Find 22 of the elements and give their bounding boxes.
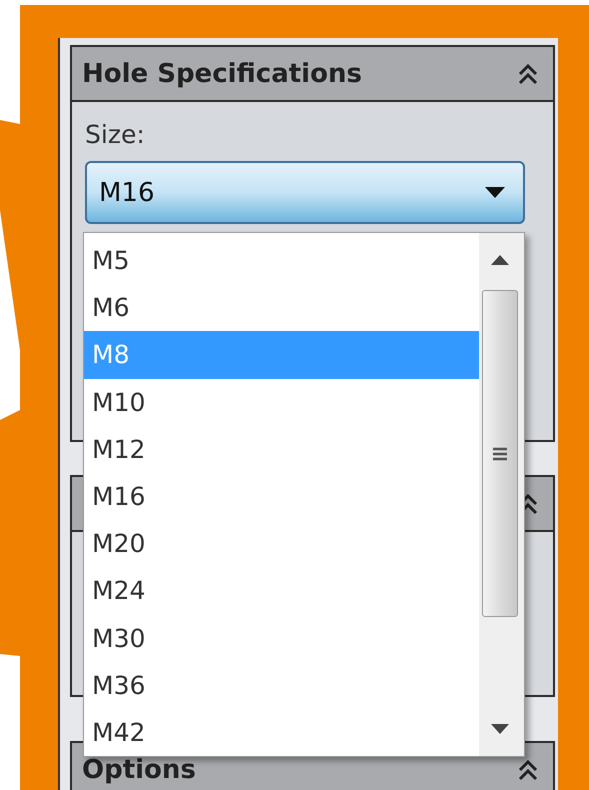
scroll-up-icon[interactable] <box>491 255 509 265</box>
size-dropdown[interactable]: M16 <box>85 161 525 224</box>
list-item[interactable]: M36 <box>84 662 479 709</box>
list-item[interactable]: M30 <box>84 614 479 662</box>
list-item[interactable]: M10 <box>84 378 479 426</box>
size-label: Size: <box>85 120 146 149</box>
scrollbar[interactable] <box>479 233 524 756</box>
list-item[interactable]: M5 <box>84 237 479 284</box>
scroll-down-icon[interactable] <box>491 724 509 734</box>
list-item[interactable]: M20 <box>84 520 479 568</box>
collapse-icon[interactable] <box>517 62 539 86</box>
grip-icon <box>492 446 508 460</box>
list-item[interactable]: M24 <box>84 567 479 614</box>
collapse-icon[interactable] <box>517 758 539 782</box>
dropdown-caret-icon <box>485 187 505 198</box>
list-item[interactable]: M6 <box>84 284 479 332</box>
scroll-thumb[interactable] <box>482 290 518 617</box>
section-title: Options <box>82 754 196 784</box>
list-item[interactable]: M16 <box>84 472 479 520</box>
list-item[interactable]: M12 <box>84 426 479 473</box>
section-header[interactable]: Hole Specifications <box>72 47 553 102</box>
section-title: Hole Specifications <box>82 58 362 88</box>
